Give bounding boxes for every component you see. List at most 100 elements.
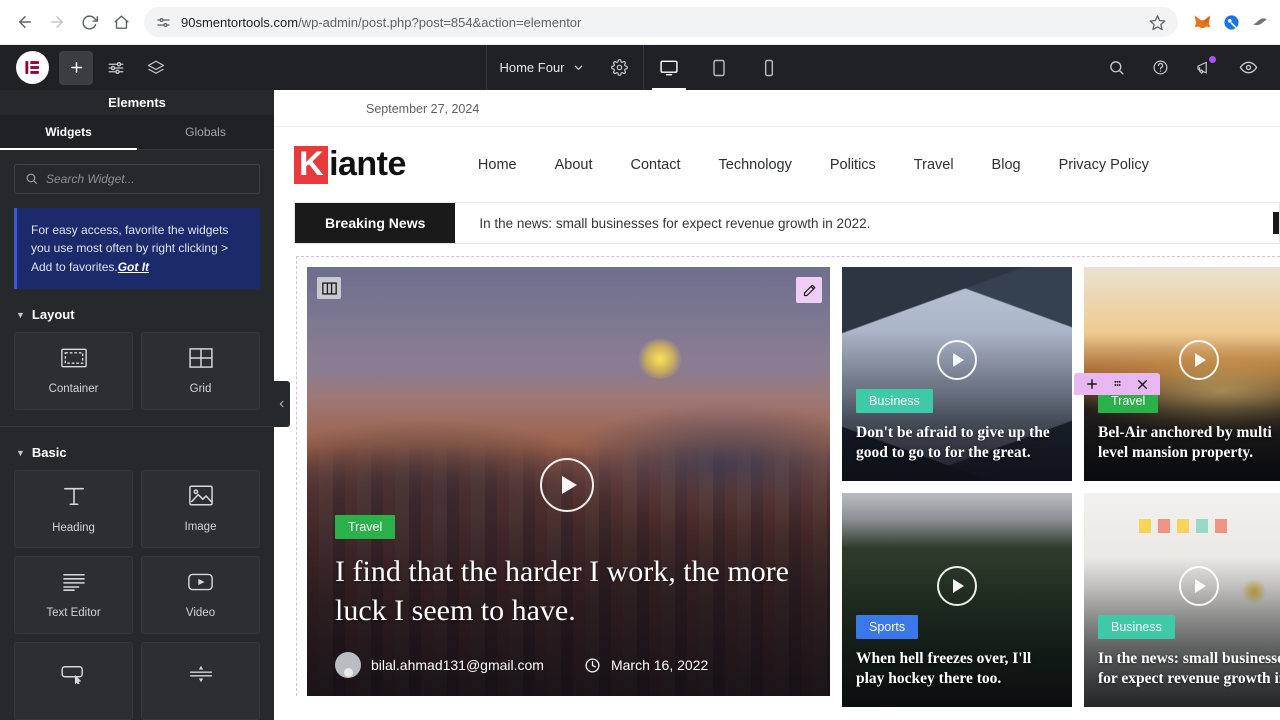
hero-category-badge[interactable]: Travel bbox=[335, 515, 396, 540]
play-icon[interactable] bbox=[1179, 566, 1219, 606]
topbar-left-group bbox=[0, 45, 179, 90]
elementor-topbar: Home Four bbox=[0, 45, 1280, 90]
got-it-link[interactable]: Got It bbox=[118, 260, 149, 274]
address-bar[interactable]: 90smentortools.com/wp-admin/post.php?pos… bbox=[144, 7, 1178, 37]
device-mobile-button[interactable] bbox=[744, 45, 794, 90]
widget-button[interactable] bbox=[14, 642, 133, 720]
nav-item-about[interactable]: About bbox=[555, 157, 593, 173]
edit-pencil-icon[interactable] bbox=[796, 277, 822, 303]
device-desktop-button[interactable] bbox=[644, 45, 694, 90]
nav-item-travel[interactable]: Travel bbox=[914, 157, 954, 173]
posts-section: Travel I find that the harder I work, th… bbox=[296, 256, 1280, 707]
column-handle-icon[interactable] bbox=[317, 277, 341, 299]
widget-container[interactable]: Container bbox=[14, 332, 133, 411]
nav-item-privacy-policy[interactable]: Privacy Policy bbox=[1059, 157, 1149, 173]
card-category-badge[interactable]: Sports bbox=[856, 614, 919, 639]
card-category-badge[interactable]: Business bbox=[1098, 614, 1175, 639]
heading-icon bbox=[62, 485, 86, 512]
add-element-button[interactable] bbox=[59, 50, 93, 85]
help-icon[interactable] bbox=[1138, 45, 1182, 90]
hero-post-title[interactable]: I find that the harder I work, the more … bbox=[335, 553, 806, 630]
drag-handle-icon[interactable] bbox=[1111, 378, 1124, 391]
nav-item-technology[interactable]: Technology bbox=[719, 157, 792, 173]
nav-item-contact[interactable]: Contact bbox=[631, 157, 681, 173]
panel-tabs: Widgets Globals bbox=[0, 114, 274, 150]
browser-toolbar: 90smentortools.com/wp-admin/post.php?pos… bbox=[0, 0, 1280, 45]
gear-icon[interactable] bbox=[596, 45, 644, 90]
nav-item-home[interactable]: Home bbox=[478, 157, 517, 173]
structure-layers-icon[interactable] bbox=[139, 51, 173, 85]
card-title[interactable]: When hell freezes over, I'll play hockey… bbox=[856, 649, 1060, 689]
url-text: 90smentortools.com/wp-admin/post.php?pos… bbox=[181, 14, 582, 30]
device-preview-group bbox=[644, 45, 794, 90]
gray-extension-icon[interactable] bbox=[1250, 12, 1270, 32]
widget-video[interactable]: Video bbox=[141, 556, 260, 634]
card-title[interactable]: In the news: small businesses for expect… bbox=[1098, 649, 1280, 689]
post-card-business-2[interactable]: Business In the news: small businesses f… bbox=[1084, 493, 1280, 707]
page-name-label: Home Four bbox=[499, 60, 565, 75]
divider-icon bbox=[189, 664, 213, 689]
site-logo[interactable]: Kiante bbox=[294, 145, 406, 184]
reload-icon[interactable] bbox=[74, 7, 104, 37]
star-icon[interactable] bbox=[1149, 14, 1166, 31]
device-tablet-button[interactable] bbox=[694, 45, 744, 90]
nav-item-politics[interactable]: Politics bbox=[830, 157, 876, 173]
widget-heading[interactable]: Heading bbox=[14, 470, 133, 548]
hero-post-card[interactable]: Travel I find that the harder I work, th… bbox=[307, 267, 830, 696]
widget-grid[interactable]: Grid bbox=[141, 332, 260, 411]
play-icon[interactable] bbox=[540, 458, 594, 512]
posts-grid: Travel I find that the harder I work, th… bbox=[307, 267, 1280, 707]
hero-post-body: Travel I find that the harder I work, th… bbox=[335, 515, 806, 678]
blue-tag-extension-icon[interactable] bbox=[1221, 12, 1241, 32]
whats-new-icon[interactable] bbox=[1182, 45, 1226, 90]
site-settings-icon[interactable] bbox=[156, 15, 171, 30]
widget-label: Text Editor bbox=[46, 606, 101, 619]
page-selector[interactable]: Home Four bbox=[486, 45, 595, 90]
preview-icon[interactable] bbox=[1226, 45, 1270, 90]
search-widget-box[interactable] bbox=[14, 163, 260, 194]
page-canvas: September 27, 2024 Kiante Home About Con… bbox=[274, 90, 1280, 720]
widget-label: Container bbox=[48, 382, 99, 395]
panel-title: Elements bbox=[0, 90, 274, 115]
card-body: Travel Bel-Air anchored by multi level m… bbox=[1098, 388, 1280, 463]
text-editor-icon bbox=[62, 572, 86, 597]
panel-collapse-button[interactable] bbox=[274, 381, 290, 427]
image-icon bbox=[188, 485, 213, 511]
close-icon[interactable] bbox=[1136, 378, 1149, 391]
notification-dot bbox=[1209, 56, 1216, 63]
card-title[interactable]: Bel-Air anchored by multi level mansion … bbox=[1098, 423, 1280, 463]
card-title[interactable]: Don't be afraid to give up the good to g… bbox=[856, 423, 1060, 463]
widget-image[interactable]: Image bbox=[141, 470, 260, 548]
card-body: Business Don't be afraid to give up the … bbox=[856, 388, 1060, 463]
chevron-down-icon: ▼ bbox=[16, 309, 25, 320]
back-arrow-icon[interactable] bbox=[10, 7, 40, 37]
avatar bbox=[335, 652, 361, 678]
home-icon[interactable] bbox=[106, 7, 136, 37]
section-header-layout[interactable]: ▼ Layout bbox=[0, 289, 274, 332]
plus-icon[interactable] bbox=[1085, 377, 1099, 391]
play-icon[interactable] bbox=[1179, 340, 1219, 380]
play-icon[interactable] bbox=[937, 566, 977, 606]
nav-item-blog[interactable]: Blog bbox=[992, 157, 1021, 173]
widget-text-editor[interactable]: Text Editor bbox=[14, 556, 133, 634]
hero-date-text: March 16, 2022 bbox=[610, 657, 709, 673]
container-icon bbox=[60, 348, 87, 373]
widget-divider[interactable] bbox=[141, 642, 260, 720]
posts-column-3: Travel Bel-Air anchored by multi level m… bbox=[1084, 267, 1280, 707]
site-settings-sliders-icon[interactable] bbox=[99, 51, 133, 85]
tab-globals[interactable]: Globals bbox=[137, 115, 274, 149]
search-icon[interactable] bbox=[1094, 45, 1138, 90]
post-card-business-1[interactable]: Business Don't be afraid to give up the … bbox=[842, 267, 1072, 481]
tab-widgets[interactable]: Widgets bbox=[0, 115, 137, 150]
browser-extensions bbox=[1186, 12, 1270, 32]
card-category-badge[interactable]: Business bbox=[856, 388, 933, 413]
widget-label: Image bbox=[184, 521, 217, 533]
metamask-extension-icon[interactable] bbox=[1192, 12, 1212, 32]
section-header-basic[interactable]: ▼ Basic bbox=[0, 427, 274, 470]
logo-text: iante bbox=[329, 145, 406, 183]
play-icon[interactable] bbox=[937, 340, 977, 380]
forward-arrow-icon[interactable] bbox=[42, 7, 72, 37]
post-card-sports[interactable]: Sports When hell freezes over, I'll play… bbox=[842, 493, 1072, 707]
elementor-logo[interactable] bbox=[16, 51, 49, 84]
search-widget-input[interactable] bbox=[46, 171, 249, 186]
